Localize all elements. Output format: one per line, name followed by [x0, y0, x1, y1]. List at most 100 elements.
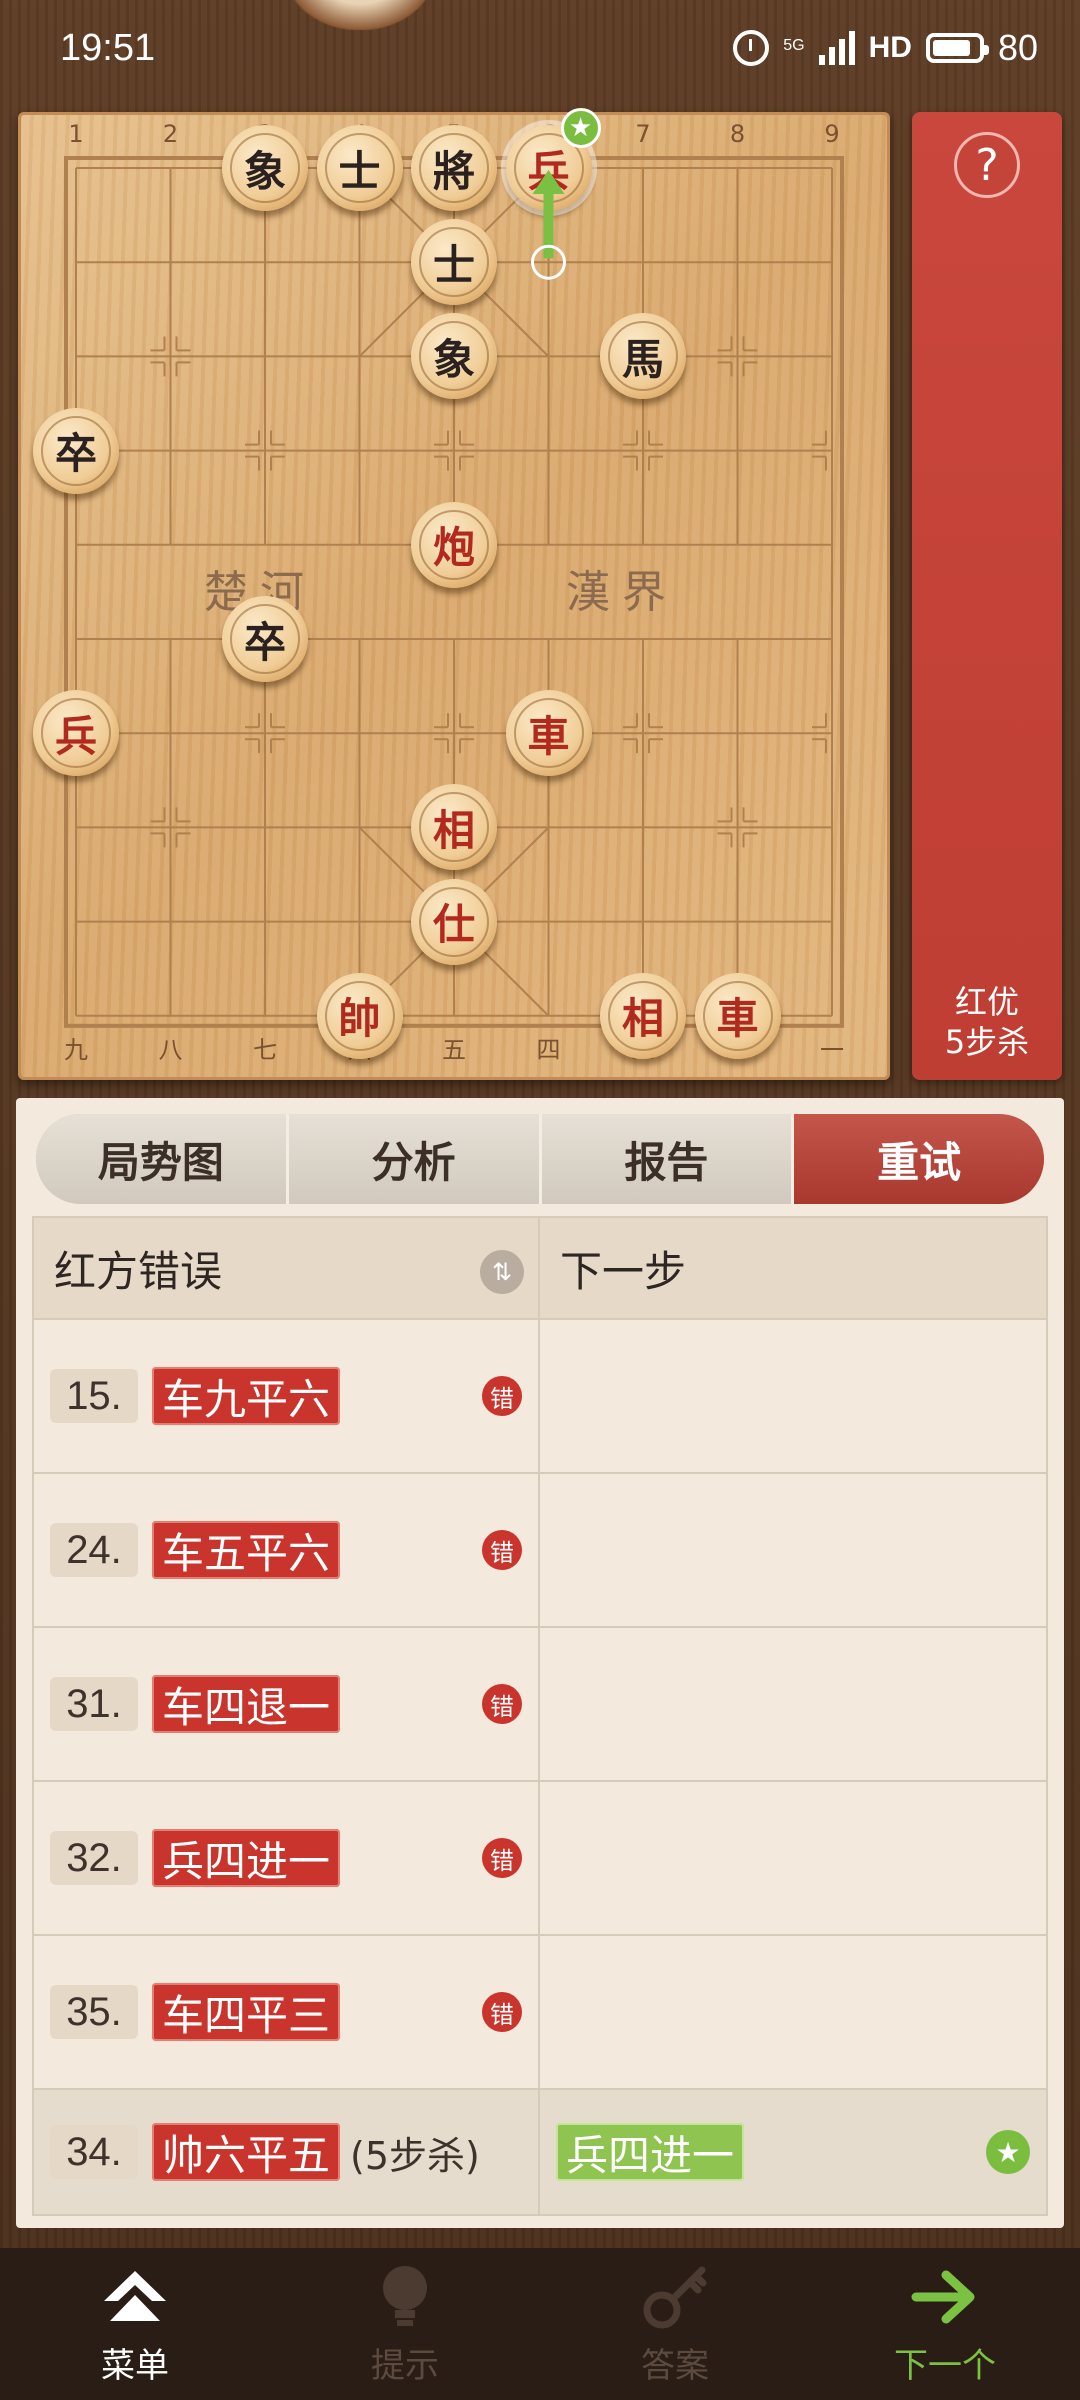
- red-advisor-piece[interactable]: 仕: [411, 878, 497, 965]
- black-advisor-1-piece[interactable]: 士: [316, 125, 403, 211]
- red-general-piece[interactable]: 帥: [316, 972, 403, 1059]
- tab-report[interactable]: 报告: [541, 1114, 795, 1204]
- row-next-cell: [540, 1782, 1046, 1934]
- menu-label: 菜单: [101, 2345, 169, 2386]
- black-pawn-1-piece[interactable]: 卒: [33, 407, 119, 494]
- error-badge: 错: [482, 1684, 522, 1724]
- hint-button[interactable]: 提示: [270, 2248, 540, 2400]
- answer-label: 答案: [641, 2345, 709, 2386]
- move-number: 34.: [50, 2125, 138, 2179]
- error-badge: 错: [482, 1838, 522, 1878]
- mistake-move[interactable]: 车九平六: [152, 1367, 341, 1425]
- next-button[interactable]: 下一个: [810, 2248, 1080, 2400]
- red-chariot-1-piece[interactable]: 車: [505, 690, 592, 777]
- file-number-bottom: 一: [820, 1035, 844, 1064]
- piece-label: 馬: [621, 334, 664, 384]
- table-row[interactable]: 31. 车四退一 错: [34, 1628, 1046, 1782]
- move-number: 32.: [50, 1831, 138, 1885]
- sort-icon[interactable]: ⇅: [480, 1250, 524, 1294]
- red-chariot-2-piece[interactable]: 車: [694, 972, 781, 1059]
- mistake-move[interactable]: 车四退一: [152, 1675, 341, 1733]
- arrow-right-icon: [910, 2262, 980, 2332]
- red-soldier-2-piece[interactable]: 兵: [33, 690, 119, 777]
- river-text-right: 漢界: [566, 567, 678, 618]
- table-header: 红方错误 ⇅ 下一步: [34, 1218, 1046, 1320]
- red-elephant-1-piece[interactable]: 相: [411, 784, 497, 871]
- table-row[interactable]: 24. 车五平六 错: [34, 1474, 1046, 1628]
- mistake-move[interactable]: 帅六平五: [152, 2123, 341, 2181]
- table-row[interactable]: 32. 兵四进一 错: [34, 1782, 1046, 1936]
- answer-button[interactable]: 答案: [540, 2248, 810, 2400]
- piece-label: 相: [432, 805, 475, 855]
- file-number-top: 1: [68, 120, 84, 148]
- black-elephant-piece[interactable]: 象: [222, 125, 308, 211]
- row-mistake-cell: 31. 车四退一 错: [34, 1628, 540, 1780]
- mistake-move[interactable]: 兵四进一: [152, 1829, 341, 1887]
- key-icon: [640, 2262, 710, 2332]
- row-mistake-cell: 24. 车五平六 错: [34, 1474, 540, 1626]
- piece-label: 兵: [54, 711, 97, 761]
- row-mistake-cell: 32. 兵四进一 错: [34, 1782, 540, 1934]
- help-button[interactable]: ?: [954, 132, 1020, 198]
- mistake-move[interactable]: 车五平六: [152, 1521, 341, 1579]
- analysis-panel: 局势图 分析 报告 重试 红方错误 ⇅ 下一步 15. 车九平六 错 24. 车…: [16, 1098, 1064, 2228]
- red-elephant-2-piece[interactable]: 相: [600, 972, 686, 1059]
- piece-label: 士: [338, 146, 381, 196]
- row-mistake-cell: 15. 车九平六 错: [34, 1320, 540, 1472]
- red-cannon-piece[interactable]: 炮: [411, 501, 497, 588]
- tab-bar: 局势图 分析 报告 重试: [36, 1114, 1044, 1204]
- row-next-cell: [540, 1628, 1046, 1780]
- black-advisor-2-piece[interactable]: 士: [411, 219, 497, 306]
- best-next-move[interactable]: 兵四进一: [556, 2123, 745, 2181]
- file-number-bottom: 七: [253, 1035, 277, 1064]
- error-badge: 错: [482, 1992, 522, 2032]
- file-number-bottom: 八: [158, 1035, 183, 1064]
- signal-icon: [818, 31, 855, 65]
- menu-button[interactable]: 菜单: [0, 2248, 270, 2400]
- piece-label: 車: [716, 994, 759, 1044]
- piece-label: 卒: [54, 429, 97, 479]
- tab-analysis[interactable]: 分析: [288, 1114, 542, 1204]
- piece-label: 車: [527, 711, 570, 761]
- table-row[interactable]: 15. 车九平六 错: [34, 1320, 1046, 1474]
- network-label: 5G: [783, 37, 805, 54]
- battery-icon: [925, 33, 989, 63]
- star-icon: ★: [560, 108, 601, 148]
- hd-label: HD: [868, 31, 912, 64]
- status-bar: 19:51 5G HD 80: [0, 0, 1080, 96]
- piece-label: 卒: [243, 617, 286, 667]
- tab-situation-chart[interactable]: 局势图: [36, 1114, 289, 1204]
- error-badge: 错: [482, 1530, 522, 1570]
- file-number-top: 7: [635, 120, 651, 148]
- row-mistake-cell: 35. 车四平三 错: [34, 1936, 540, 2088]
- xiangqi-board[interactable]: 楚河 漢界 123456789九八七六五四三二一象士將兵★士象馬卒炮卒兵車相仕帥…: [18, 108, 890, 1080]
- header-red-mistakes: 红方错误 ⇅: [34, 1218, 540, 1318]
- status-time: 19:51: [60, 26, 156, 69]
- mistakes-table: 红方错误 ⇅ 下一步 15. 车九平六 错 24. 车五平六 错 31. 车四退…: [32, 1216, 1048, 2216]
- piece-label: 帥: [338, 994, 381, 1044]
- black-general-piece[interactable]: 將: [411, 125, 497, 211]
- bottom-navigation: 菜单 提示 答案 下一个: [0, 2248, 1080, 2400]
- hint-label: 提示: [371, 2345, 439, 2386]
- row-next-cell: [540, 1320, 1046, 1472]
- piece-label: 仕: [432, 900, 475, 950]
- file-number-top: 9: [824, 120, 840, 148]
- table-row[interactable]: 35. 车四平三 错: [34, 1936, 1046, 2090]
- header-left-label: 红方错误: [54, 1246, 223, 1296]
- move-number: 31.: [50, 1677, 138, 1731]
- row-mistake-cell: 34. 帅六平五 (5步杀): [34, 2090, 540, 2214]
- black-pawn-2-piece[interactable]: 卒: [222, 596, 308, 682]
- file-number-bottom: 九: [64, 1035, 88, 1064]
- menu-icon: [100, 2262, 170, 2332]
- table-row-current[interactable]: 34. 帅六平五 (5步杀) 兵四进一 ★: [34, 2090, 1046, 2214]
- piece-label: 炮: [432, 523, 475, 573]
- mistake-move[interactable]: 车四平三: [152, 1983, 341, 2041]
- tab-retry[interactable]: 重试: [794, 1114, 1044, 1204]
- black-horse-piece[interactable]: 馬: [600, 313, 686, 400]
- next-label: 下一个: [894, 2345, 996, 2386]
- move-number: 35.: [50, 1985, 138, 2039]
- piece-label: 象: [243, 146, 286, 196]
- piece-label: 兵: [527, 146, 570, 196]
- black-elephant-2-piece[interactable]: 象: [411, 313, 497, 400]
- piece-label: 相: [621, 994, 664, 1044]
